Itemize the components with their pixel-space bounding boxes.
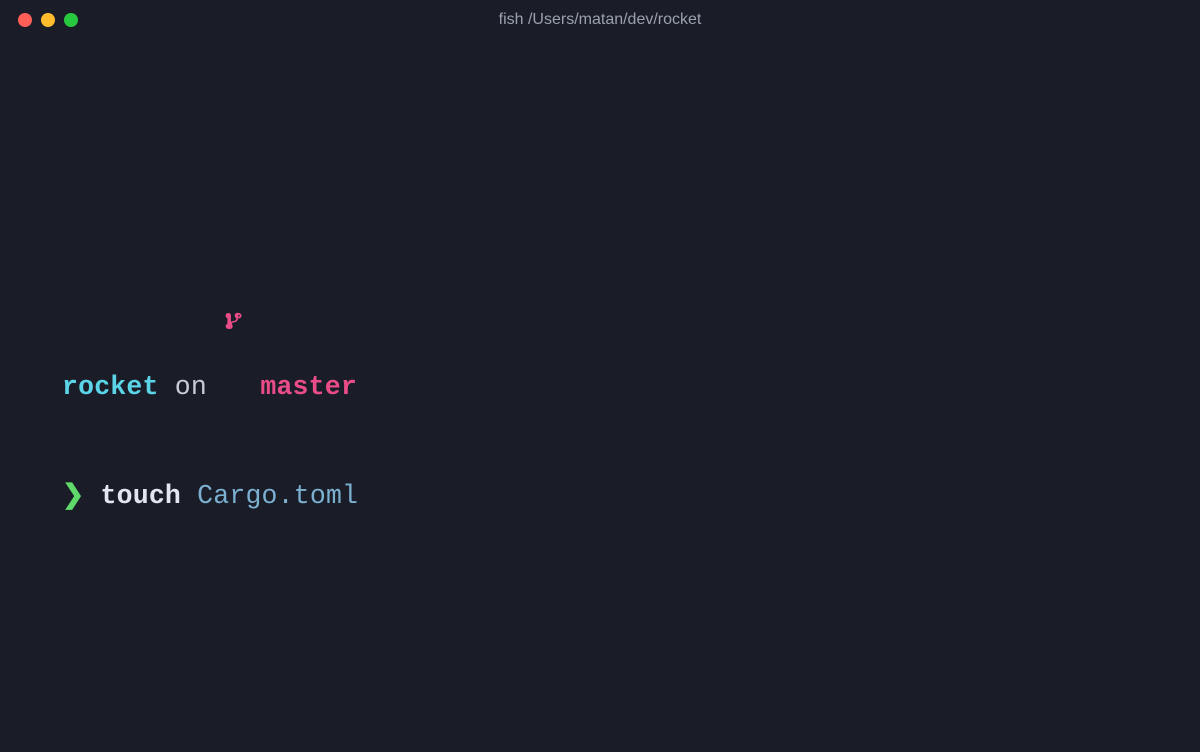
git-branch-icon xyxy=(223,246,244,396)
branch-name: master xyxy=(244,372,357,402)
traffic-lights xyxy=(18,13,78,27)
window-titlebar: fish /Users/matan/dev/rocket xyxy=(0,0,1200,40)
window-title: fish /Users/matan/dev/rocket xyxy=(0,11,1200,29)
zoom-icon[interactable] xyxy=(64,13,78,27)
command-line: ❯ touch Cargo.toml xyxy=(62,478,1152,515)
command-args: Cargo.toml xyxy=(181,481,358,511)
terminal-body[interactable]: rocket on master ❯ touch Cargo.toml rock… xyxy=(0,40,1200,752)
command-bin: touch xyxy=(101,481,182,511)
close-icon[interactable] xyxy=(18,13,32,27)
minimize-icon[interactable] xyxy=(41,13,55,27)
on-text: on xyxy=(159,372,223,402)
blank-line xyxy=(62,588,1152,624)
prompt-symbol: ❯ xyxy=(62,481,101,511)
cwd: rocket xyxy=(62,372,159,402)
prompt-line: rocket on master xyxy=(62,246,1152,406)
